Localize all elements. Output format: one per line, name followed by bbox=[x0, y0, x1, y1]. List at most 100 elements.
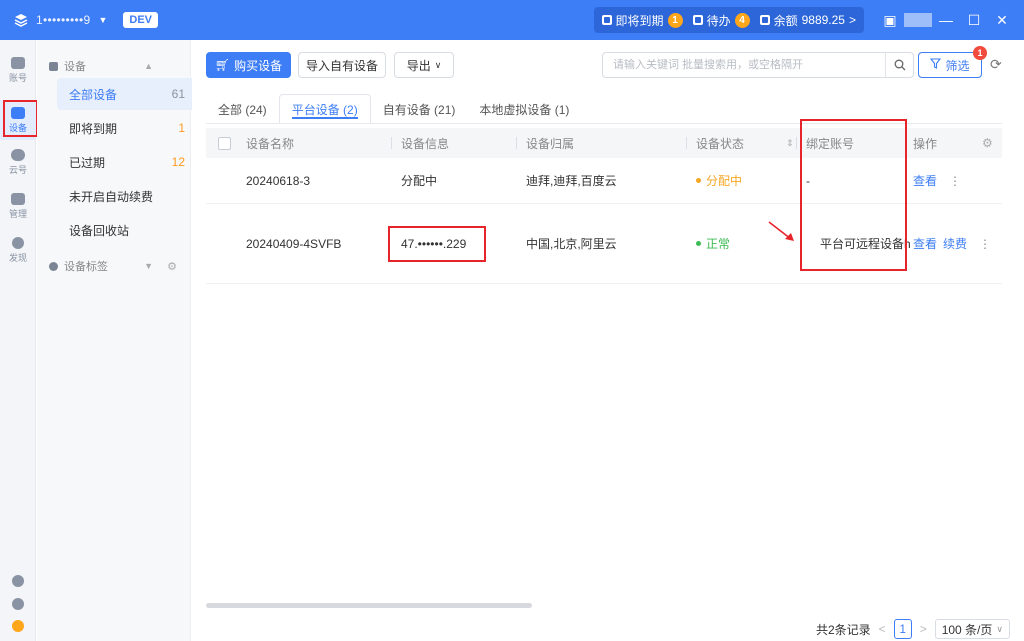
calendar-icon bbox=[601, 15, 612, 25]
sidebar-group-tags[interactable]: 设备标签 ▼ ⚙ bbox=[37, 254, 191, 278]
compass-icon bbox=[12, 236, 24, 249]
device-name: 20240409-4SVFB bbox=[246, 236, 342, 251]
view-link[interactable]: 查看 bbox=[913, 235, 937, 252]
cart-icon: 🛒︎ bbox=[214, 58, 231, 72]
balance-value: 9889.25 bbox=[801, 13, 845, 27]
caret-down-icon[interactable]: ▼ bbox=[98, 15, 107, 25]
col-device-info: 设备信息 bbox=[401, 136, 450, 151]
nav-rail: 账号 设备 云号 管理 发现 bbox=[0, 40, 36, 641]
status-dot bbox=[696, 178, 701, 183]
page-number[interactable]: 1 bbox=[893, 619, 912, 639]
search-box bbox=[602, 52, 914, 78]
prev-page-button[interactable]: < bbox=[879, 622, 886, 636]
annotation-arrow-icon bbox=[768, 221, 794, 241]
todo-badge: 4 bbox=[734, 12, 750, 28]
todo-indicator[interactable]: 待办 4 bbox=[692, 12, 750, 29]
tab-bar: 全部 (24) 平台设备 (2) 自有设备 (21) 本地虚拟设备 (1) bbox=[206, 94, 581, 124]
expiring-badge: 1 bbox=[667, 12, 683, 28]
tab-platform-devices[interactable]: 平台设备 (2) bbox=[278, 94, 371, 124]
chevron-down-icon[interactable]: ▼ bbox=[144, 261, 153, 271]
col-device-name: 设备名称 bbox=[246, 136, 295, 151]
tag-settings-icon[interactable]: ⚙ bbox=[167, 260, 177, 273]
sort-icon[interactable]: ⇕ bbox=[786, 128, 794, 158]
col-device-status: 设备状态 bbox=[696, 136, 745, 151]
cloud-icon bbox=[11, 148, 25, 161]
tag-icon bbox=[49, 261, 58, 271]
filter-badge: 1 bbox=[973, 46, 987, 60]
tab-own-devices[interactable]: 自有设备 (21) bbox=[371, 94, 468, 124]
minimize-button[interactable]: — bbox=[932, 12, 960, 28]
tab-all[interactable]: 全部 (24) bbox=[206, 94, 279, 124]
pin-icon[interactable]: ▣ bbox=[876, 12, 904, 29]
col-bound-account: 绑定账号 bbox=[806, 136, 855, 151]
column-settings-icon[interactable]: ⚙ bbox=[982, 128, 993, 158]
import-device-button[interactable]: 导入自有设备 bbox=[298, 52, 386, 78]
sidebar: 设备 ▲ 全部设备 61 即将到期 1 已过期 12 未开启自动续费 设备回收站… bbox=[37, 40, 203, 641]
device-status: 正常 bbox=[696, 204, 730, 283]
device-name: 20240618-3 bbox=[246, 173, 311, 188]
horizontal-scrollbar[interactable] bbox=[206, 603, 532, 608]
more-icon[interactable]: ⋮ bbox=[949, 174, 961, 188]
rail-item-account[interactable]: 账号 bbox=[0, 50, 36, 90]
tab-local-virtual[interactable]: 本地虚拟设备 (1) bbox=[467, 94, 581, 124]
window-divider bbox=[904, 13, 932, 27]
close-button[interactable]: ✕ bbox=[988, 12, 1016, 29]
sidebar-item-expiring[interactable]: 即将到期 1 bbox=[57, 112, 203, 144]
expiring-indicator[interactable]: 即将到期 1 bbox=[601, 12, 683, 29]
balance-indicator[interactable]: 余额 9889.25 > bbox=[759, 12, 856, 29]
env-badge: DEV bbox=[123, 12, 159, 28]
more-icon[interactable]: ⋮ bbox=[979, 237, 991, 251]
table-header: 设备名称 设备信息 设备归属 设备状态 ⇕ 绑定账号 操作 ⚙ bbox=[206, 128, 1002, 158]
sidebar-item-no-autorenew[interactable]: 未开启自动续费 bbox=[57, 180, 203, 212]
manage-icon bbox=[11, 192, 25, 205]
sidebar-group-devices[interactable]: 设备 ▲ bbox=[37, 54, 191, 78]
export-button[interactable]: 导出 ∨ bbox=[394, 52, 454, 78]
title-bar: 1•••••••••9 ▼ DEV 即将到期 1 待办 4 余额 9889.25… bbox=[0, 0, 1024, 40]
device-status: 分配中 bbox=[696, 158, 742, 203]
main-content: 🛒︎ 购买设备 导入自有设备 导出 ∨ 筛选 1 ⟳ 全部 (24) 平台设备 … bbox=[192, 40, 1024, 641]
settings-gear-icon[interactable] bbox=[0, 598, 36, 610]
chevron-down-icon: ∨ bbox=[996, 623, 1003, 634]
app-logo-icon bbox=[12, 11, 30, 29]
col-device-owner: 设备归属 bbox=[526, 136, 575, 151]
wallet-icon bbox=[759, 15, 770, 25]
pagination: 共2条记录 < 1 > 100 条/页 ∨ bbox=[816, 618, 1010, 640]
device-owner: 中国,北京,阿里云 bbox=[526, 237, 617, 251]
device-group-icon bbox=[49, 61, 58, 71]
sidebar-item-expired[interactable]: 已过期 12 bbox=[57, 146, 203, 178]
server-icon bbox=[11, 106, 25, 119]
sidebar-item-recycle-bin[interactable]: 设备回收站 bbox=[57, 214, 203, 246]
search-input[interactable] bbox=[603, 53, 885, 77]
search-icon[interactable] bbox=[885, 53, 913, 77]
device-owner: 迪拜,迪拜,百度云 bbox=[526, 174, 617, 188]
refresh-icon[interactable]: ⟳ bbox=[990, 56, 1002, 73]
notification-bell-icon[interactable] bbox=[0, 575, 36, 587]
chevron-right-icon: > bbox=[848, 13, 856, 27]
table-row[interactable]: 20240618-3 分配中 迪拜,迪拜,百度云 分配中 - 查看 ⋮ bbox=[206, 158, 1002, 204]
renew-link[interactable]: 续费 bbox=[943, 235, 967, 252]
rail-item-device[interactable]: 设备 bbox=[0, 100, 36, 140]
table-row[interactable]: 20240409-4SVFB 47.••••••.229 中国,北京,阿里云 正… bbox=[206, 204, 1002, 284]
next-page-button[interactable]: > bbox=[920, 622, 927, 636]
page-size-select[interactable]: 100 条/页 ∨ bbox=[934, 619, 1010, 639]
rail-item-discover[interactable]: 发现 bbox=[0, 230, 36, 270]
todo-icon bbox=[692, 15, 703, 25]
filter-icon bbox=[930, 58, 942, 72]
bound-account: 平台可远程设备h bbox=[820, 237, 911, 251]
status-bar: 即将到期 1 待办 4 余额 9889.25 > bbox=[593, 7, 864, 33]
chevron-up-icon[interactable]: ▲ bbox=[144, 61, 153, 71]
buy-device-button[interactable]: 🛒︎ 购买设备 bbox=[206, 52, 291, 78]
tabs-divider bbox=[206, 123, 1002, 124]
account-icon bbox=[11, 56, 25, 69]
total-records: 共2条记录 bbox=[815, 622, 871, 637]
support-icon[interactable] bbox=[0, 620, 36, 632]
view-link[interactable]: 查看 bbox=[913, 172, 937, 189]
account-selector[interactable]: 1•••••••••9 bbox=[36, 13, 90, 27]
rail-item-manage[interactable]: 管理 bbox=[0, 186, 36, 226]
filter-button[interactable]: 筛选 1 bbox=[918, 46, 987, 78]
maximize-button[interactable]: ☐ bbox=[960, 12, 988, 29]
bound-account: - bbox=[806, 173, 810, 188]
select-all-checkbox[interactable] bbox=[218, 136, 231, 150]
rail-item-cloud[interactable]: 云号 bbox=[0, 142, 36, 182]
sidebar-item-all-devices[interactable]: 全部设备 61 bbox=[57, 78, 203, 110]
